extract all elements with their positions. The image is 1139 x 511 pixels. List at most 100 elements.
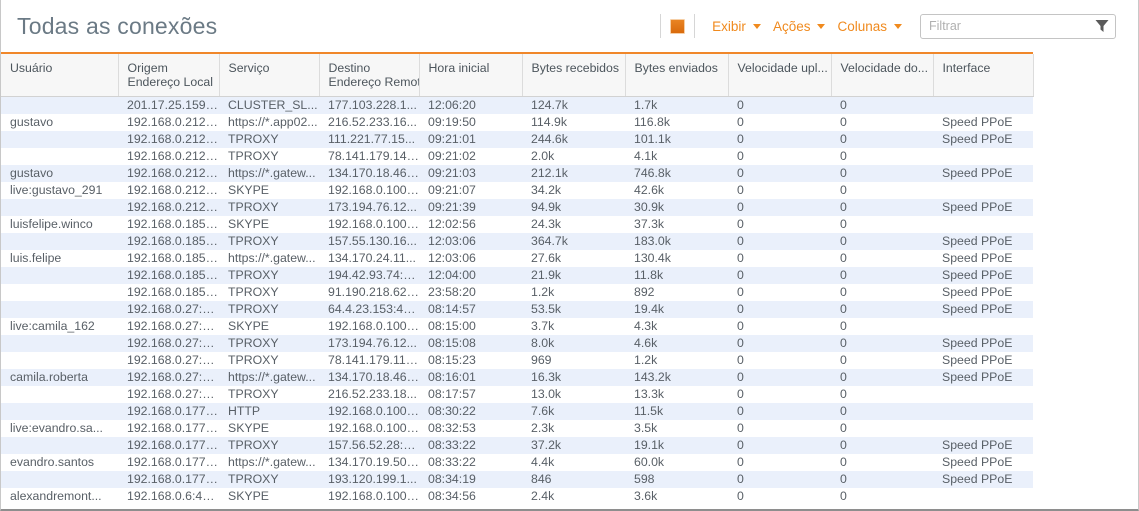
column-header-usuario[interactable]: Usuário (1, 54, 119, 97)
cell-bytes-enviados: 746.8k (625, 165, 728, 182)
column-header-velocidade-download[interactable]: Velocidade do... (831, 54, 934, 97)
cell-velocidade-upload: 0 (728, 318, 831, 335)
funnel-icon[interactable] (1095, 19, 1109, 33)
table-row[interactable]: live:camila_162 192.168.0.27:4... SKYPE 192… (1, 318, 1033, 335)
table-row[interactable]: 192.168.0.27:4... TPROXY 173.194.76.12... 0… (1, 335, 1033, 352)
cell-bytes-enviados: 19.4k (625, 301, 728, 318)
toolbar-bar: Todas as conexões Exibir Ações Colunas (1, 0, 1138, 52)
cell-usuario (1, 267, 118, 284)
cell-velocidade-download: 0 (831, 165, 933, 182)
cell-destino: 134.170.19.50:... (319, 454, 419, 471)
column-header-line1: Origem (127, 61, 168, 75)
stop-square-icon[interactable] (670, 18, 686, 34)
cell-destino: 177.103.228.1... (319, 96, 419, 114)
cell-usuario (1, 335, 118, 352)
table-header: Usuário Origem Endereço Local Serviço De… (1, 54, 1034, 97)
column-header-line1: Usuário (10, 61, 53, 75)
cell-bytes-enviados: 37.3k (625, 216, 728, 233)
table-row[interactable]: 192.168.0.212:... TPROXY 173.194.76.12... 0… (1, 199, 1033, 216)
cell-origem: 192.168.0.6:49... (118, 488, 219, 505)
exibir-menu-button[interactable]: Exibir (704, 16, 765, 37)
cell-usuario: live:evandro.sa... (1, 420, 118, 437)
cell-interface: Speed PPoE (933, 165, 1033, 182)
table-row[interactable]: luisfelipe.winco 192.168.0.185:... SKYPE 19… (1, 216, 1033, 233)
cell-interface (933, 182, 1033, 199)
table-row[interactable]: luis.felipe 192.168.0.185:... https://*.ga… (1, 250, 1033, 267)
table-row[interactable]: gustavo 192.168.0.212:... https://*.gatew.… (1, 165, 1033, 182)
column-header-bytes-enviados[interactable]: Bytes enviados (625, 54, 729, 97)
cell-interface: Speed PPoE (933, 454, 1033, 471)
cell-bytes-enviados: 60.0k (625, 454, 728, 471)
cell-bytes-enviados: 4.1k (625, 148, 728, 165)
cell-origem: 192.168.0.185:... (118, 284, 219, 301)
table-row[interactable]: 192.168.0.177:... HTTP 192.168.0.100:... 08… (1, 403, 1033, 420)
cell-hora-inicial: 08:34:19 (419, 471, 522, 488)
column-header-interface[interactable]: Interface (933, 54, 1034, 97)
column-header-servico[interactable]: Serviço (219, 54, 320, 97)
cell-velocidade-download: 0 (831, 267, 933, 284)
table-row[interactable]: 192.168.0.27:4... TPROXY 216.52.233.18... 0… (1, 386, 1033, 403)
table-row[interactable]: 192.168.0.177:... TPROXY 193.120.199.1... 0… (1, 471, 1033, 488)
cell-servico: TPROXY (219, 267, 319, 284)
cell-interface (933, 148, 1033, 165)
column-header-hora-inicial[interactable]: Hora inicial (419, 54, 523, 97)
column-header-line1: Destino (328, 61, 371, 75)
cell-bytes-recebidos: 24.3k (522, 216, 625, 233)
table-row[interactable]: 192.168.0.212:... TPROXY 78.141.179.14:...… (1, 148, 1033, 165)
cell-destino: 173.194.76.12... (319, 335, 419, 352)
cell-interface: Speed PPoE (933, 301, 1033, 318)
cell-bytes-recebidos: 27.6k (522, 250, 625, 267)
acoes-menu-button[interactable]: Ações (765, 16, 830, 37)
cell-velocidade-upload: 0 (728, 352, 831, 369)
column-header-velocidade-upload[interactable]: Velocidade upl... (728, 54, 832, 97)
table-row[interactable]: camila.roberta 192.168.0.27:4... https://*… (1, 369, 1033, 386)
colunas-menu-button[interactable]: Colunas (829, 16, 906, 37)
cell-origem: 192.168.0.177:... (118, 420, 219, 437)
table-row[interactable]: gustavo 192.168.0.212:... https://*.app02.… (1, 114, 1033, 131)
cell-bytes-recebidos: 2.3k (522, 420, 625, 437)
cell-hora-inicial: 08:15:08 (419, 335, 522, 352)
cell-usuario (1, 301, 118, 318)
cell-bytes-recebidos: 34.2k (522, 182, 625, 199)
table-row[interactable]: 192.168.0.27:4... TPROXY 78.141.179.11:...… (1, 352, 1033, 369)
cell-bytes-enviados: 30.9k (625, 199, 728, 216)
table-row[interactable]: 192.168.0.212:... TPROXY 111.221.77.15... 0… (1, 131, 1033, 148)
column-header-destino[interactable]: Destino Endereço Remoto (319, 54, 420, 97)
cell-bytes-recebidos: 53.5k (522, 301, 625, 318)
table-row[interactable]: 192.168.0.177:... TPROXY 157.56.52.28:4...… (1, 437, 1033, 454)
table-row[interactable]: 192.168.0.27:4... TPROXY 64.4.23.153:40...… (1, 301, 1033, 318)
cell-interface: Speed PPoE (933, 131, 1033, 148)
cell-hora-inicial: 08:15:23 (419, 352, 522, 369)
cell-bytes-recebidos: 114.9k (522, 114, 625, 131)
cell-bytes-recebidos: 7.6k (522, 403, 625, 420)
table-row[interactable]: live:gustavo_291 192.168.0.212:... SKYPE 19… (1, 182, 1033, 199)
cell-hora-inicial: 12:03:06 (419, 233, 522, 250)
column-header-origem[interactable]: Origem Endereço Local (118, 54, 220, 97)
cell-servico: https://*.gatew... (219, 454, 319, 471)
table-row[interactable]: 192.168.0.185:... TPROXY 91.190.218.62:...… (1, 284, 1033, 301)
cell-hora-inicial: 12:03:06 (419, 250, 522, 267)
connections-table: Usuário Origem Endereço Local Serviço De… (1, 54, 1034, 505)
toolbar-actions: Exibir Ações Colunas (651, 13, 1124, 39)
cell-origem: 192.168.0.27:4... (118, 386, 219, 403)
column-header-bytes-recebidos[interactable]: Bytes recebidos (522, 54, 626, 97)
connections-window: Todas as conexões Exibir Ações Colunas F… (0, 0, 1139, 511)
cell-destino: 134.170.18.46:... (319, 369, 419, 386)
table-row[interactable]: 192.168.0.185:... TPROXY 194.42.93.74:5...… (1, 267, 1033, 284)
cell-velocidade-upload: 0 (728, 250, 831, 267)
cell-interface (933, 96, 1033, 114)
table-row[interactable]: 192.168.0.185:... TPROXY 157.55.130.16... 1… (1, 233, 1033, 250)
filter-input[interactable] (920, 13, 1116, 39)
cell-usuario (1, 403, 118, 420)
cell-origem: 192.168.0.27:4... (118, 369, 219, 386)
cell-interface: Speed PPoE (933, 199, 1033, 216)
table-row[interactable]: 201.17.25.159:... CLUSTER_SL... 177.103.22… (1, 96, 1033, 114)
table-row[interactable]: alexandremont... 192.168.0.6:49... SKYPE 19… (1, 488, 1033, 505)
table-row[interactable]: evandro.santos 192.168.0.177:... https://*… (1, 454, 1033, 471)
cell-hora-inicial: 09:21:02 (419, 148, 522, 165)
colunas-menu-label: Colunas (837, 18, 887, 34)
table-row[interactable]: live:evandro.sa... 192.168.0.177:... SKYPE… (1, 420, 1033, 437)
column-header-line2: Endereço Local (127, 75, 213, 89)
cell-bytes-recebidos: 244.6k (522, 131, 625, 148)
cell-velocidade-upload: 0 (728, 199, 831, 216)
